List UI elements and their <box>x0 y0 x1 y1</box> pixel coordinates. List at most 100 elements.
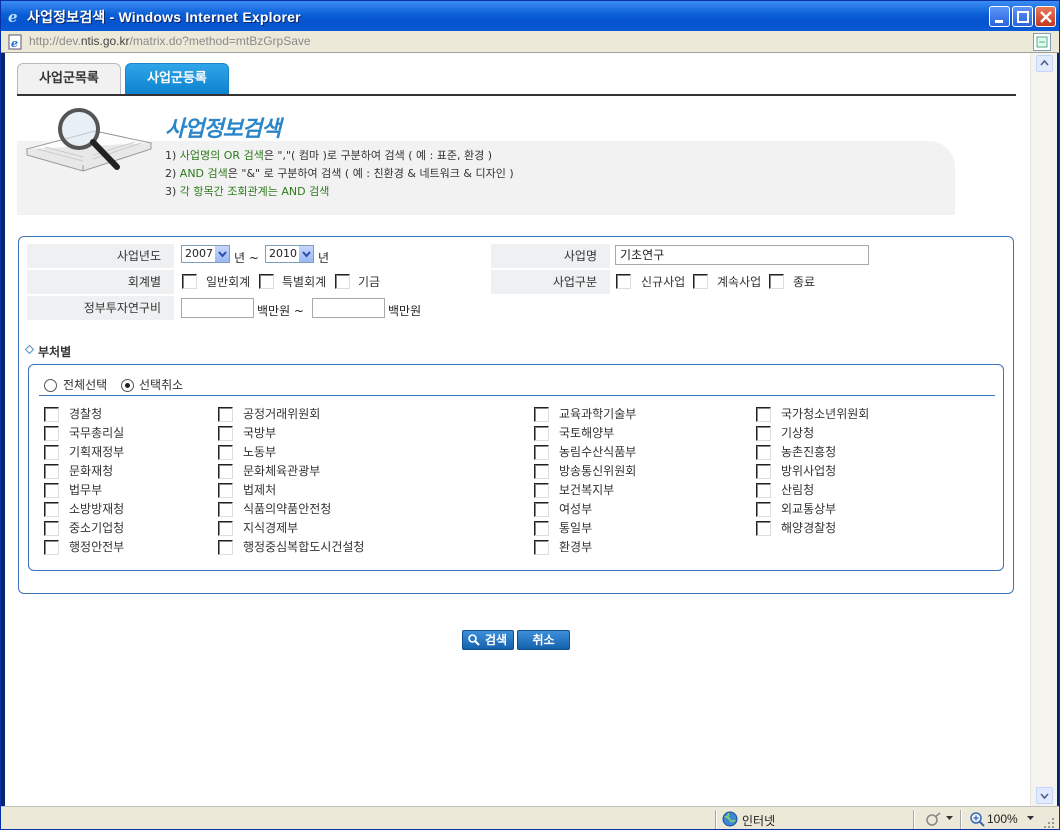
ministry-checkbox[interactable] <box>756 407 771 422</box>
diamond-bullet-icon <box>25 345 34 354</box>
ministry-checkbox[interactable] <box>44 502 59 517</box>
ministry-label: 국토해양부 <box>559 426 615 440</box>
type-ended-label: 종료 <box>793 275 816 289</box>
ministry-label: 방송통신위원회 <box>559 464 637 478</box>
ministry-checkbox[interactable] <box>218 521 233 536</box>
title-bar[interactable]: e 사업정보검색 - Windows Internet Explorer <box>1 1 1059 31</box>
ministry-checkbox[interactable] <box>218 540 233 555</box>
account-special-checkbox[interactable] <box>259 274 274 289</box>
protected-mode-icon[interactable] <box>925 811 943 827</box>
ministry-checkbox[interactable] <box>534 407 549 422</box>
window-title: 사업정보검색 - Windows Internet Explorer <box>27 9 301 25</box>
ministry-checkbox[interactable] <box>756 464 771 479</box>
ministry-checkbox[interactable] <box>756 483 771 498</box>
page-icon: e <box>8 34 22 50</box>
ministry-checkbox[interactable] <box>44 445 59 460</box>
resize-grip-icon[interactable] <box>1043 817 1055 829</box>
scroll-up-button[interactable] <box>1036 55 1053 72</box>
tab-business-group-register[interactable]: 사업군등록 <box>125 63 229 94</box>
deselect-all-radio[interactable] <box>121 379 134 392</box>
rule-2: 2) AND 검색은 "&" 로 구분하여 검색 ( 예 : 친환경 & 네트워… <box>165 165 514 181</box>
ministry-label: 국가청소년위원회 <box>781 407 870 421</box>
ministry-label: 교육과학기술부 <box>559 407 637 421</box>
ministry-checkbox[interactable] <box>44 464 59 479</box>
year-from-select[interactable]: 2007 <box>181 245 230 263</box>
minimize-button[interactable] <box>989 6 1010 27</box>
maximize-button[interactable] <box>1012 6 1033 27</box>
url-domain: ntis.go.kr <box>80 34 130 48</box>
ministry-checkbox[interactable] <box>756 426 771 441</box>
compat-view-button[interactable] <box>1033 33 1051 51</box>
ministry-label: 환경부 <box>559 540 593 554</box>
ministry-checkbox[interactable] <box>534 445 549 460</box>
ministry-label: 기획재정부 <box>69 445 125 459</box>
ministry-checkbox[interactable] <box>44 540 59 555</box>
select-all-radio[interactable] <box>44 379 57 392</box>
status-separator <box>960 810 962 829</box>
zoom-level[interactable]: 100% <box>987 812 1018 826</box>
ministry-checkbox[interactable] <box>44 426 59 441</box>
ministry-checkbox[interactable] <box>44 521 59 536</box>
book-magnifier-icon <box>25 108 153 172</box>
address-bar[interactable]: e http://dev.ntis.go.kr/matrix.do?method… <box>1 31 1059 53</box>
ministry-checkbox[interactable] <box>44 483 59 498</box>
type-ended-checkbox[interactable] <box>769 274 784 289</box>
ministry-checkbox[interactable] <box>534 483 549 498</box>
ministry-checkbox[interactable] <box>756 445 771 460</box>
rule-3-highlight: 각 항목간 조회관계는 AND 검색 <box>179 185 330 198</box>
ministry-label: 지식경제부 <box>243 521 299 535</box>
ministry-label: 기상청 <box>781 426 815 440</box>
ministry-checkbox[interactable] <box>534 540 549 555</box>
year-unit-1: 년 ~ <box>234 251 259 265</box>
ministry-group: 전체선택 선택취소 경찰청 국무총리실 기획재정부 문화재청 법무부 소방방재청 중소기업청… <box>28 364 1004 571</box>
ministry-checkbox[interactable] <box>534 426 549 441</box>
type-new-checkbox[interactable] <box>616 274 631 289</box>
ministry-checkbox[interactable] <box>218 464 233 479</box>
rule-2-text: 은 "&" 로 구분하여 검색 ( 예 : 친환경 & 네트워크 & 디자인 ) <box>227 167 514 180</box>
ministry-checkbox[interactable] <box>218 445 233 460</box>
budget-label: 정부투자연구비 <box>27 296 174 320</box>
ministry-label: 방위사업청 <box>781 464 837 478</box>
business-name-input[interactable]: 기초연구 <box>615 245 869 265</box>
magnifier-icon <box>468 634 480 646</box>
scroll-down-button[interactable] <box>1036 787 1053 804</box>
budget-from-input[interactable] <box>181 298 254 318</box>
ministry-checkbox[interactable] <box>534 464 549 479</box>
year-to-select[interactable]: 2010 <box>265 245 314 263</box>
ministry-label: 보건복지부 <box>559 483 615 497</box>
type-continuing-label: 계속사업 <box>717 275 762 289</box>
ministry-checkbox[interactable] <box>218 426 233 441</box>
account-fund-checkbox[interactable] <box>335 274 350 289</box>
status-separator <box>913 810 915 829</box>
cancel-button[interactable]: 취소 <box>517 630 570 650</box>
ministry-checkbox[interactable] <box>756 502 771 517</box>
zoom-caret-icon[interactable] <box>1027 816 1035 822</box>
type-continuing-checkbox[interactable] <box>693 274 708 289</box>
ministry-label: 법무부 <box>69 483 103 497</box>
ministry-checkbox[interactable] <box>534 502 549 517</box>
tab-business-group-list[interactable]: 사업군목록 <box>17 63 121 94</box>
ministry-checkbox[interactable] <box>44 407 59 422</box>
chevron-down-icon <box>218 251 227 258</box>
status-separator <box>715 810 717 829</box>
ministry-checkbox[interactable] <box>218 502 233 517</box>
ministry-checkbox[interactable] <box>756 521 771 536</box>
year-label: 사업년도 <box>27 244 174 268</box>
search-button[interactable]: 검색 <box>462 630 514 650</box>
ministry-label: 식품의약품안전청 <box>243 502 332 516</box>
ministry-checkbox[interactable] <box>534 521 549 536</box>
business-type-label: 사업구분 <box>491 270 610 294</box>
status-bar: 인터넷 100% <box>1 806 1059 829</box>
budget-to-input[interactable] <box>312 298 385 318</box>
caret-down-icon[interactable] <box>946 816 954 822</box>
address-url[interactable]: http://dev.ntis.go.kr/matrix.do?method=m… <box>29 34 311 48</box>
vertical-scrollbar[interactable] <box>1030 53 1057 806</box>
account-general-label: 일반회계 <box>206 275 251 289</box>
ministry-label: 노동부 <box>243 445 277 459</box>
close-button[interactable] <box>1035 6 1056 27</box>
account-general-checkbox[interactable] <box>182 274 197 289</box>
ministry-checkbox[interactable] <box>218 407 233 422</box>
ministry-label: 외교통상부 <box>781 502 837 516</box>
rule-2-number: 2) <box>165 167 177 180</box>
ministry-checkbox[interactable] <box>218 483 233 498</box>
